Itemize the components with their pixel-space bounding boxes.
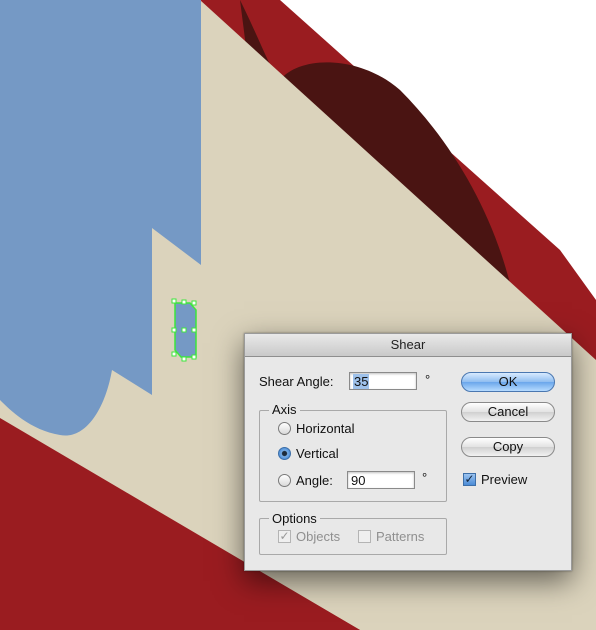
shear-dialog: Shear Shear Angle: 35 ° Axis Horizontal … [244, 333, 572, 571]
axis-angle-value: 90 [351, 473, 366, 488]
vertical-radio[interactable] [278, 447, 291, 460]
horizontal-radio[interactable] [278, 422, 291, 435]
angle-label[interactable]: Angle: [296, 473, 333, 488]
shear-angle-label: Shear Angle: [259, 374, 334, 389]
objects-checkbox[interactable]: ✓ [278, 530, 291, 543]
vertical-label[interactable]: Vertical [296, 446, 339, 461]
shear-angle-value: 35 [353, 374, 370, 389]
copy-button[interactable]: Copy [461, 437, 555, 457]
shear-angle-degree: ° [425, 372, 431, 387]
cancel-button[interactable]: Cancel [461, 402, 555, 422]
patterns-label[interactable]: Patterns [376, 529, 424, 544]
options-group-title: Options [269, 512, 320, 526]
axis-angle-field[interactable]: 90 [347, 471, 415, 489]
objects-label[interactable]: Objects [296, 529, 340, 544]
angle-radio[interactable] [278, 474, 291, 487]
preview-checkbox[interactable]: ✓ [463, 473, 476, 486]
shear-angle-field[interactable]: 35 [349, 372, 417, 390]
axis-group-title: Axis [269, 403, 300, 417]
axis-angle-degree: ° [422, 470, 428, 485]
horizontal-label[interactable]: Horizontal [296, 421, 355, 436]
patterns-checkbox[interactable] [358, 530, 371, 543]
ok-button[interactable]: OK [461, 372, 555, 392]
preview-label[interactable]: Preview [481, 472, 527, 487]
dialog-title[interactable]: Shear [245, 334, 571, 357]
